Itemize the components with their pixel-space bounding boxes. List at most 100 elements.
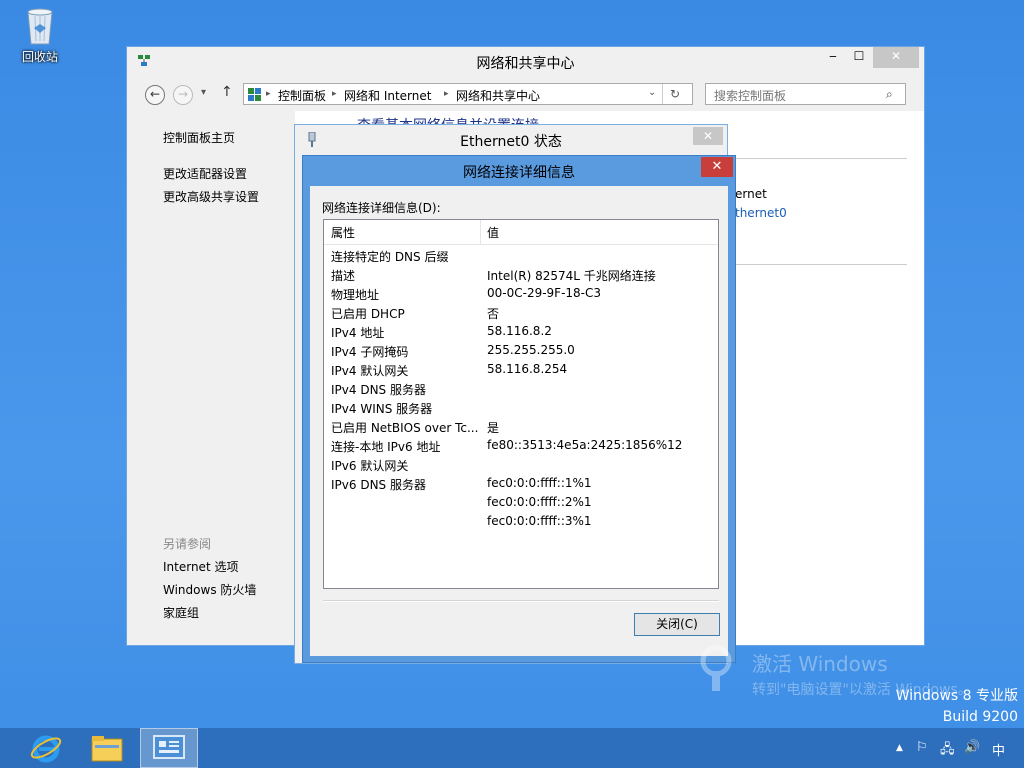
link-change-advanced-sharing[interactable]: 更改高级共享设置: [163, 188, 259, 205]
taskbar-control-panel[interactable]: [140, 728, 198, 768]
link-homegroup[interactable]: 家庭组: [163, 604, 199, 621]
value-cell: fec0:0:0:ffff::2%1: [487, 495, 592, 509]
taskbar-internet-explorer[interactable]: [16, 728, 74, 768]
column-header-value[interactable]: 值: [487, 224, 499, 241]
table-row[interactable]: fec0:0:0:ffff::3%1: [324, 512, 718, 531]
property-cell: 已启用 NetBIOS over Tc...: [331, 421, 479, 435]
input-method-indicator[interactable]: 中: [992, 740, 1005, 759]
action-center-flag-icon[interactable]: ⚐: [916, 740, 928, 755]
volume-icon[interactable]: 🔊: [964, 740, 980, 755]
property-cell: IPv6 默认网关: [331, 459, 409, 473]
details-list[interactable]: 属性 值 连接特定的 DNS 后缀 描述 Intel(R) 82574L 千兆网络连…: [323, 219, 719, 589]
network-tray-icon[interactable]: 🖧: [940, 740, 955, 762]
control-panel-icon: [248, 88, 262, 104]
close-button[interactable]: ✕: [701, 157, 733, 177]
value-cell: fe80::3513:4e5a:2425:1856%12: [487, 438, 683, 452]
table-row[interactable]: IPv4 WINS 服务器: [324, 398, 718, 417]
dialog-title: Ethernet0 状态: [460, 134, 562, 150]
build-number: Build 9200: [942, 709, 1018, 725]
close-dialog-button[interactable]: 关闭(C): [634, 613, 720, 636]
watermark-title: 激活 Windows: [752, 652, 888, 676]
folder-icon: [91, 735, 123, 766]
network-name-partial: ernet: [735, 187, 767, 201]
build-info: Windows 8 专业版 Build 9200: [896, 685, 1018, 725]
value-cell: 58.116.8.254: [487, 362, 568, 376]
dialog-body: 网络连接详细信息(D): 属性 值 连接特定的 DNS 后缀 描述 Intel(R)…: [310, 186, 728, 656]
value-cell: 58.116.8.2: [487, 324, 552, 338]
divider: [735, 264, 907, 265]
property-cell: IPv6 DNS 服务器: [331, 478, 426, 492]
table-row[interactable]: IPv6 DNS 服务器 fec0:0:0:ffff::1%1: [324, 474, 718, 493]
see-also-heading: 另请参阅: [163, 537, 212, 551]
breadcrumb-network-internet[interactable]: 网络和 Internet: [344, 87, 431, 104]
table-row[interactable]: 已启用 NetBIOS over Tc... 是: [324, 417, 718, 436]
title-bar[interactable]: 网络和共享中心 ‒ ☐ ✕: [127, 47, 924, 77]
list-rows: 连接特定的 DNS 后缀 描述 Intel(R) 82574L 千兆网络连接 物理地址…: [324, 246, 718, 531]
column-header-property[interactable]: 属性: [331, 224, 355, 241]
recent-locations-icon[interactable]: ▾: [201, 87, 206, 98]
navigation-bar: ← → ▾ ↑ ▸ 控制面板 ▸ 网络和 Internet ▸ 网络和共享中心 …: [137, 83, 913, 107]
chevron-down-icon[interactable]: ⌄: [648, 87, 656, 98]
taskbar: ▲ ⚐ 🖧 🔊 中: [0, 728, 1024, 768]
value-cell: Intel(R) 82574L 千兆网络连接: [487, 269, 656, 283]
link-internet-options[interactable]: Internet 选项: [163, 558, 238, 575]
address-divider: [662, 84, 663, 104]
property-cell: 连接特定的 DNS 后缀: [331, 250, 449, 264]
property-cell: IPv4 子网掩码: [331, 345, 409, 359]
refresh-icon[interactable]: ↻: [670, 87, 680, 101]
table-row[interactable]: IPv4 默认网关 58.116.8.254: [324, 360, 718, 379]
dialog-title: 网络连接详细信息: [463, 165, 575, 181]
chevron-right-icon: ▸: [444, 89, 449, 99]
up-arrow-icon[interactable]: ↑: [221, 84, 233, 100]
back-icon[interactable]: ←: [145, 85, 165, 105]
recycle-bin-icon: [25, 6, 55, 45]
connection-link-partial[interactable]: thernet0: [735, 206, 787, 220]
key-icon: [698, 645, 746, 696]
property-cell: 连接-本地 IPv6 地址: [331, 440, 441, 454]
connection-details-dialog: 网络连接详细信息 ✕ 网络连接详细信息(D): 属性 值 连接特定的 DNS 后…: [302, 155, 736, 663]
control-panel-icon: [153, 735, 185, 766]
property-cell: IPv4 地址: [331, 326, 385, 340]
property-cell: IPv4 WINS 服务器: [331, 402, 433, 416]
close-button[interactable]: ✕: [873, 47, 919, 68]
value-cell: fec0:0:0:ffff::1%1: [487, 476, 592, 490]
recycle-bin-label: 回收站: [21, 50, 58, 64]
table-row[interactable]: 连接特定的 DNS 后缀: [324, 246, 718, 265]
value-cell: 否: [487, 307, 500, 321]
table-row[interactable]: 连接-本地 IPv6 地址 fe80::3513:4e5a:2425:1856%1…: [324, 436, 718, 455]
search-input[interactable]: 搜索控制面板 ⌕: [705, 83, 906, 105]
forward-icon[interactable]: →: [173, 85, 193, 105]
window-title: 网络和共享中心: [476, 56, 575, 72]
value-cell: 是: [487, 421, 500, 435]
search-icon[interactable]: ⌕: [886, 87, 893, 102]
address-bar[interactable]: ▸ 控制面板 ▸ 网络和 Internet ▸ 网络和共享中心 ⌄ ↻: [243, 83, 693, 105]
table-row[interactable]: IPv4 子网掩码 255.255.255.0: [324, 341, 718, 360]
table-row[interactable]: 物理地址 00-0C-29-9F-18-C3: [324, 284, 718, 303]
column-separator[interactable]: [480, 220, 481, 244]
separator-line: [323, 600, 719, 602]
maximize-button[interactable]: ☐: [847, 47, 871, 68]
table-row[interactable]: 已启用 DHCP 否: [324, 303, 718, 322]
link-change-adapter-settings[interactable]: 更改适配器设置: [163, 165, 247, 182]
show-hidden-icons[interactable]: ▲: [896, 743, 903, 753]
close-button[interactable]: ✕: [693, 127, 723, 145]
minimize-button[interactable]: ‒: [821, 47, 845, 68]
breadcrumb-network-sharing[interactable]: 网络和共享中心: [456, 87, 540, 104]
table-row[interactable]: IPv6 默认网关: [324, 455, 718, 474]
property-cell: 已启用 DHCP: [331, 307, 405, 321]
table-row[interactable]: IPv4 地址 58.116.8.2: [324, 322, 718, 341]
breadcrumb-control-panel[interactable]: 控制面板: [278, 87, 326, 104]
taskbar-file-explorer[interactable]: [78, 728, 136, 768]
property-cell: IPv4 DNS 服务器: [331, 383, 426, 397]
value-cell: 255.255.255.0: [487, 343, 575, 357]
table-row[interactable]: 描述 Intel(R) 82574L 千兆网络连接: [324, 265, 718, 284]
link-control-panel-home[interactable]: 控制面板主页: [163, 129, 235, 146]
recycle-bin-shortcut[interactable]: 回收站: [14, 6, 66, 65]
internet-explorer-icon: [29, 731, 63, 768]
list-header: 属性 值: [324, 220, 718, 245]
table-row[interactable]: fec0:0:0:ffff::2%1: [324, 493, 718, 512]
link-windows-firewall[interactable]: Windows 防火墙: [163, 581, 256, 598]
table-row[interactable]: IPv4 DNS 服务器: [324, 379, 718, 398]
property-cell: 物理地址: [331, 288, 380, 302]
chevron-right-icon: ▸: [332, 89, 337, 99]
